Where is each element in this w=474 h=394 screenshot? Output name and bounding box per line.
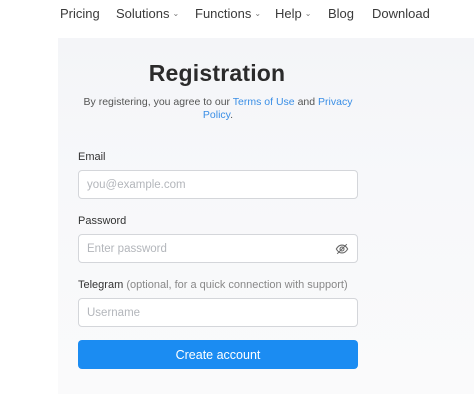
nav-functions-label: Functions xyxy=(195,6,252,21)
chevron-down-icon: ⌄ xyxy=(304,9,312,18)
terms-of-use-link[interactable]: Terms of Use xyxy=(233,96,295,108)
chevron-down-icon: ⌄ xyxy=(172,9,180,18)
telegram-hint: (optional, for a quick connection with s… xyxy=(126,279,348,291)
email-field-wrapper xyxy=(78,170,358,199)
nav-blog-label: Blog xyxy=(328,6,355,21)
password-field-wrapper xyxy=(78,234,358,263)
telegram-label-text: Telegram xyxy=(78,279,124,291)
nav-pricing-label: Pricing xyxy=(60,6,100,21)
nav-solutions[interactable]: Solutions ⌄ xyxy=(116,6,179,22)
create-account-button[interactable]: Create account xyxy=(78,340,358,369)
terms-notice-and: and xyxy=(297,96,316,108)
nav-pricing[interactable]: Pricing xyxy=(60,6,100,22)
password-label: Password xyxy=(78,215,127,227)
privacy-link-part1[interactable]: Privacy xyxy=(318,96,352,108)
nav-blog[interactable]: Blog xyxy=(328,6,354,22)
telegram-field-wrapper xyxy=(78,298,358,327)
nav-help[interactable]: Help ⌄ xyxy=(275,6,311,22)
privacy-link-part2[interactable]: Policy xyxy=(203,109,230,121)
telegram-label: Telegram (optional, for a quick connecti… xyxy=(78,279,348,291)
top-navigation: Pricing Solutions ⌄ Functions ⌄ Help ⌄ Blog… xyxy=(0,0,474,38)
nav-download[interactable]: Download xyxy=(372,6,430,22)
password-field[interactable] xyxy=(79,235,357,262)
nav-solutions-label: Solutions xyxy=(116,6,170,21)
page-title: Registration xyxy=(148,60,286,86)
nav-functions[interactable]: Functions ⌄ xyxy=(195,6,261,22)
email-label: Email xyxy=(78,151,106,163)
terms-notice-period: . xyxy=(230,108,234,121)
create-account-label: Create account xyxy=(175,347,261,362)
chevron-down-icon: ⌄ xyxy=(254,9,262,18)
telegram-username-field[interactable] xyxy=(79,299,357,326)
terms-notice: By registering, you agree to our Terms o… xyxy=(78,96,358,121)
terms-notice-prefix: By registering, you agree to our xyxy=(83,96,231,108)
email-field[interactable] xyxy=(79,171,357,198)
eye-slash-icon[interactable] xyxy=(335,242,349,256)
nav-download-label: Download xyxy=(372,6,430,21)
nav-help-label: Help xyxy=(275,6,302,21)
